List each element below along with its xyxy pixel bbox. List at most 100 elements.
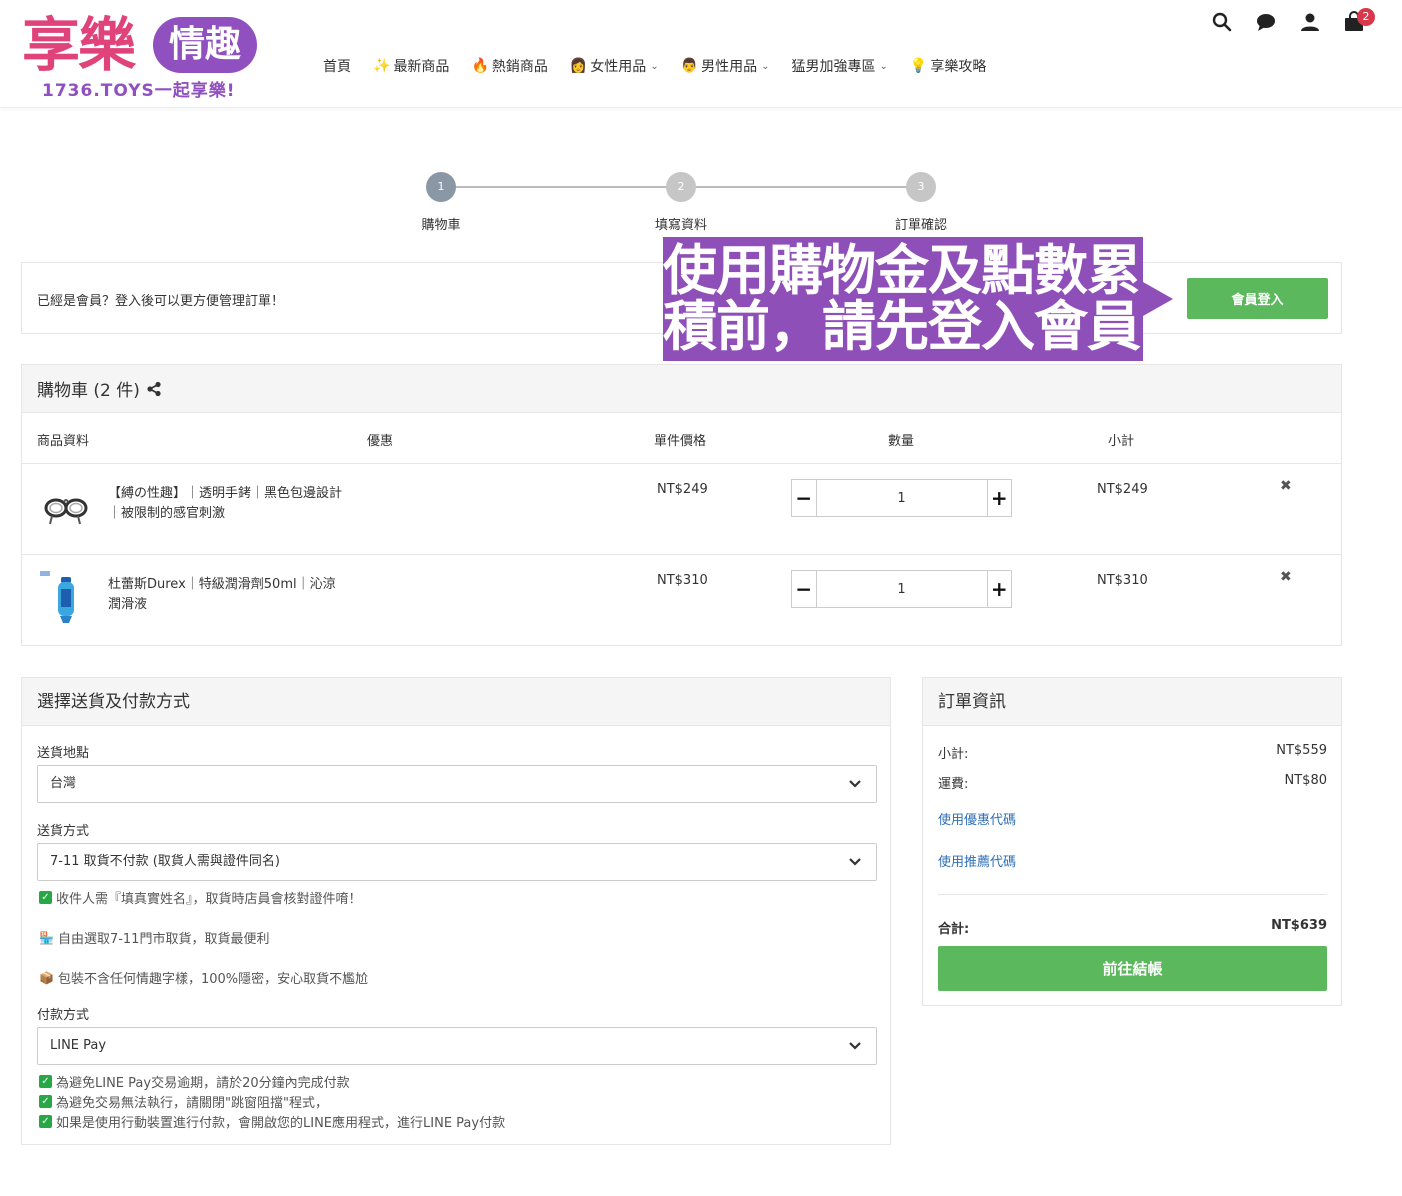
step-3-dot: 3	[906, 172, 936, 202]
col-product: 商品資料	[37, 434, 90, 449]
check-icon: ✓	[39, 891, 52, 904]
callout-arrow	[1143, 282, 1173, 316]
shipping-note: ✓ 收件人需『填真實姓名』，取貨時店員會核對證件唷！	[39, 888, 362, 907]
quantity-stepper: − +	[791, 570, 1012, 608]
sparkles-icon: ✨	[373, 58, 391, 74]
subtotal-label: 小計:	[938, 747, 969, 762]
nav-item-male[interactable]: 👨 男性用品 ⌄	[681, 56, 770, 76]
logo-pill-text: 情趣	[153, 17, 257, 73]
cart-column-headers: 商品資料 優惠 單件價格 數量 小計	[22, 413, 1341, 464]
location-label: 送貨地點	[37, 746, 90, 761]
chevron-down-icon: ⌄	[650, 60, 659, 72]
nav-item-label: 猛男加強專區	[791, 59, 876, 75]
handcuffs-product-image[interactable]	[38, 478, 94, 534]
use-coupon-link[interactable]: 使用優惠代碼	[938, 809, 1016, 828]
remove-item-icon[interactable]: ✖	[1280, 478, 1292, 494]
step-1-dot: 1	[426, 172, 456, 202]
method-label: 送貨方式	[37, 824, 90, 839]
step-1-label: 購物車	[421, 218, 461, 233]
nav-item-label: 熱銷商品	[491, 59, 548, 75]
use-referral-link[interactable]: 使用推薦代碼	[938, 851, 1016, 870]
cart-title: 購物車 (2 件)	[37, 381, 140, 401]
subtotal-row: 小計: NT$559	[938, 743, 1327, 762]
nav-item-female[interactable]: 👩 女性用品 ⌄	[570, 56, 659, 76]
chevron-down-icon	[849, 858, 861, 866]
shipping-note-text: 收件人需『填真實姓名』，取貨時店員會核對證件唷！	[56, 892, 362, 907]
total-value: NT$639	[1271, 918, 1327, 933]
col-unit-price: 單件價格	[654, 434, 707, 449]
decrease-quantity-button[interactable]: −	[792, 571, 817, 607]
nav-item-label: 最新商品	[393, 59, 450, 75]
shipping-fee-row: 運費: NT$80	[938, 773, 1327, 792]
location-select[interactable]: 台灣	[37, 765, 877, 803]
quantity-input[interactable]	[816, 571, 987, 607]
nav-item-boost[interactable]: 猛男加強專區 ⌄	[792, 56, 888, 76]
shipping-fee-label: 運費:	[938, 777, 969, 792]
man-icon: 👨	[680, 58, 699, 74]
shipping-note: 🏪 自由選取7-11門市取貨，取貨最便利	[39, 928, 269, 948]
quantity-input[interactable]	[816, 480, 987, 516]
lightbulb-icon: 💡	[909, 58, 928, 74]
cart-item-row: 杜蕾斯Durex｜特級潤滑劑50ml｜沁涼潤滑液 NT$310 − + NT$3…	[22, 555, 1341, 646]
payment-note-text: 為避免交易無法執行，請關閉"跳窗阻擋"程式，	[56, 1096, 328, 1111]
shipping-note-text: 包裝不含任何情趣字樣，100%隱密，安心取貨不尷尬	[57, 972, 369, 987]
cart-header: 購物車 (2 件)	[22, 365, 1341, 413]
product-name-link[interactable]: 杜蕾斯Durex｜特級潤滑劑50ml｜沁涼潤滑液	[108, 575, 343, 615]
payment-note: ✓ 為避免LINE Pay交易逾期，請於20分鐘內完成付款	[39, 1072, 350, 1091]
quantity-stepper: − +	[791, 479, 1012, 517]
nav-item-new[interactable]: ✨ 最新商品	[373, 56, 449, 76]
increase-quantity-button[interactable]: +	[986, 480, 1011, 516]
increase-quantity-button[interactable]: +	[986, 571, 1011, 607]
search-icon[interactable]	[1210, 10, 1234, 34]
payment-method-select[interactable]: LINE Pay	[37, 1027, 877, 1065]
nav-item-home[interactable]: 首頁	[323, 56, 351, 76]
total-label: 合計:	[938, 922, 970, 937]
fire-icon: 🔥	[471, 58, 489, 74]
unit-price: NT$249	[657, 482, 708, 497]
user-icon[interactable]	[1298, 10, 1322, 34]
main-nav: 首頁 ✨ 最新商品 🔥 熱銷商品 👩 女性用品 ⌄ 👨 男性用品 ⌄ 猛男加強專…	[323, 54, 1008, 78]
lubricant-product-image[interactable]	[38, 569, 94, 625]
location-select-value: 台灣	[50, 776, 77, 791]
shipping-method-value: 7-11 取貨不付款 (取貨人需與證件同名)	[50, 854, 280, 869]
share-icon[interactable]	[146, 381, 162, 397]
shipping-method-select[interactable]: 7-11 取貨不付款 (取貨人需與證件同名)	[37, 843, 877, 881]
decrease-quantity-button[interactable]: −	[792, 480, 817, 516]
product-name-link[interactable]: 【縛の性趣】｜透明手銬｜黑色包邊設計｜被限制的感官刺激	[108, 484, 343, 524]
shipping-fee-value: NT$80	[1284, 773, 1327, 788]
payment-note-text: 如果是使用行動裝置進行付款，會開啟您的LINE應用程式，進行LINE Pay付款	[56, 1116, 506, 1131]
store-icon: 🏪	[39, 930, 54, 945]
nav-item-label: 男性用品	[701, 59, 758, 75]
nav-item-hot[interactable]: 🔥 熱銷商品	[471, 56, 547, 76]
site-logo[interactable]: 享樂 情趣 1736.TOYS一起享樂!	[22, 11, 262, 101]
col-quantity: 數量	[888, 434, 915, 449]
checkout-button[interactable]: 前往結帳	[938, 946, 1327, 991]
remove-item-icon[interactable]: ✖	[1280, 569, 1292, 585]
nav-item-label: 享樂攻略	[930, 59, 987, 75]
summary-divider	[938, 894, 1327, 895]
member-login-button[interactable]: 會員登入	[1187, 278, 1328, 319]
shipping-note: 📦 包裝不含任何情趣字樣，100%隱密，安心取貨不尷尬	[39, 968, 369, 988]
cart-panel: 購物車 (2 件) 商品資料 優惠 單件價格 數量 小計 【縛の性趣】｜透明手銬…	[21, 364, 1342, 646]
cart-item-row: 【縛の性趣】｜透明手銬｜黑色包邊設計｜被限制的感官刺激 NT$249 − + N…	[22, 464, 1341, 555]
item-subtotal: NT$310	[1097, 573, 1148, 588]
chat-icon[interactable]	[1254, 10, 1278, 34]
shipping-payment-panel: 選擇送貨及付款方式 送貨地點 台灣 送貨方式 7-11 取貨不付款 (取貨人需與…	[21, 677, 891, 1145]
woman-icon: 👩	[569, 58, 588, 74]
nav-item-guide[interactable]: 💡 享樂攻略	[910, 56, 986, 76]
unit-price: NT$310	[657, 573, 708, 588]
order-summary-panel: 訂單資訊 小計: NT$559 運費: NT$80 使用優惠代碼 使用推薦代碼 …	[922, 677, 1342, 1006]
nav-item-label: 女性用品	[590, 59, 647, 75]
chevron-down-icon	[849, 1042, 861, 1050]
step-3-label: 訂單確認	[894, 218, 947, 233]
chevron-down-icon: ⌄	[879, 60, 888, 72]
check-icon: ✓	[39, 1075, 52, 1088]
logo-main-text: 享樂	[22, 11, 136, 79]
logo-tagline: 1736.TOYS一起享樂!	[42, 81, 236, 101]
order-panel-title: 訂單資訊	[923, 678, 1341, 726]
step-2-dot: 2	[666, 172, 696, 202]
payment-note-text: 為避免LINE Pay交易逾期，請於20分鐘內完成付款	[56, 1076, 350, 1091]
payment-note: ✓ 為避免交易無法執行，請關閉"跳窗阻擋"程式，	[39, 1092, 328, 1111]
nav-item-label: 首頁	[323, 59, 351, 75]
payment-label: 付款方式	[37, 1008, 90, 1023]
